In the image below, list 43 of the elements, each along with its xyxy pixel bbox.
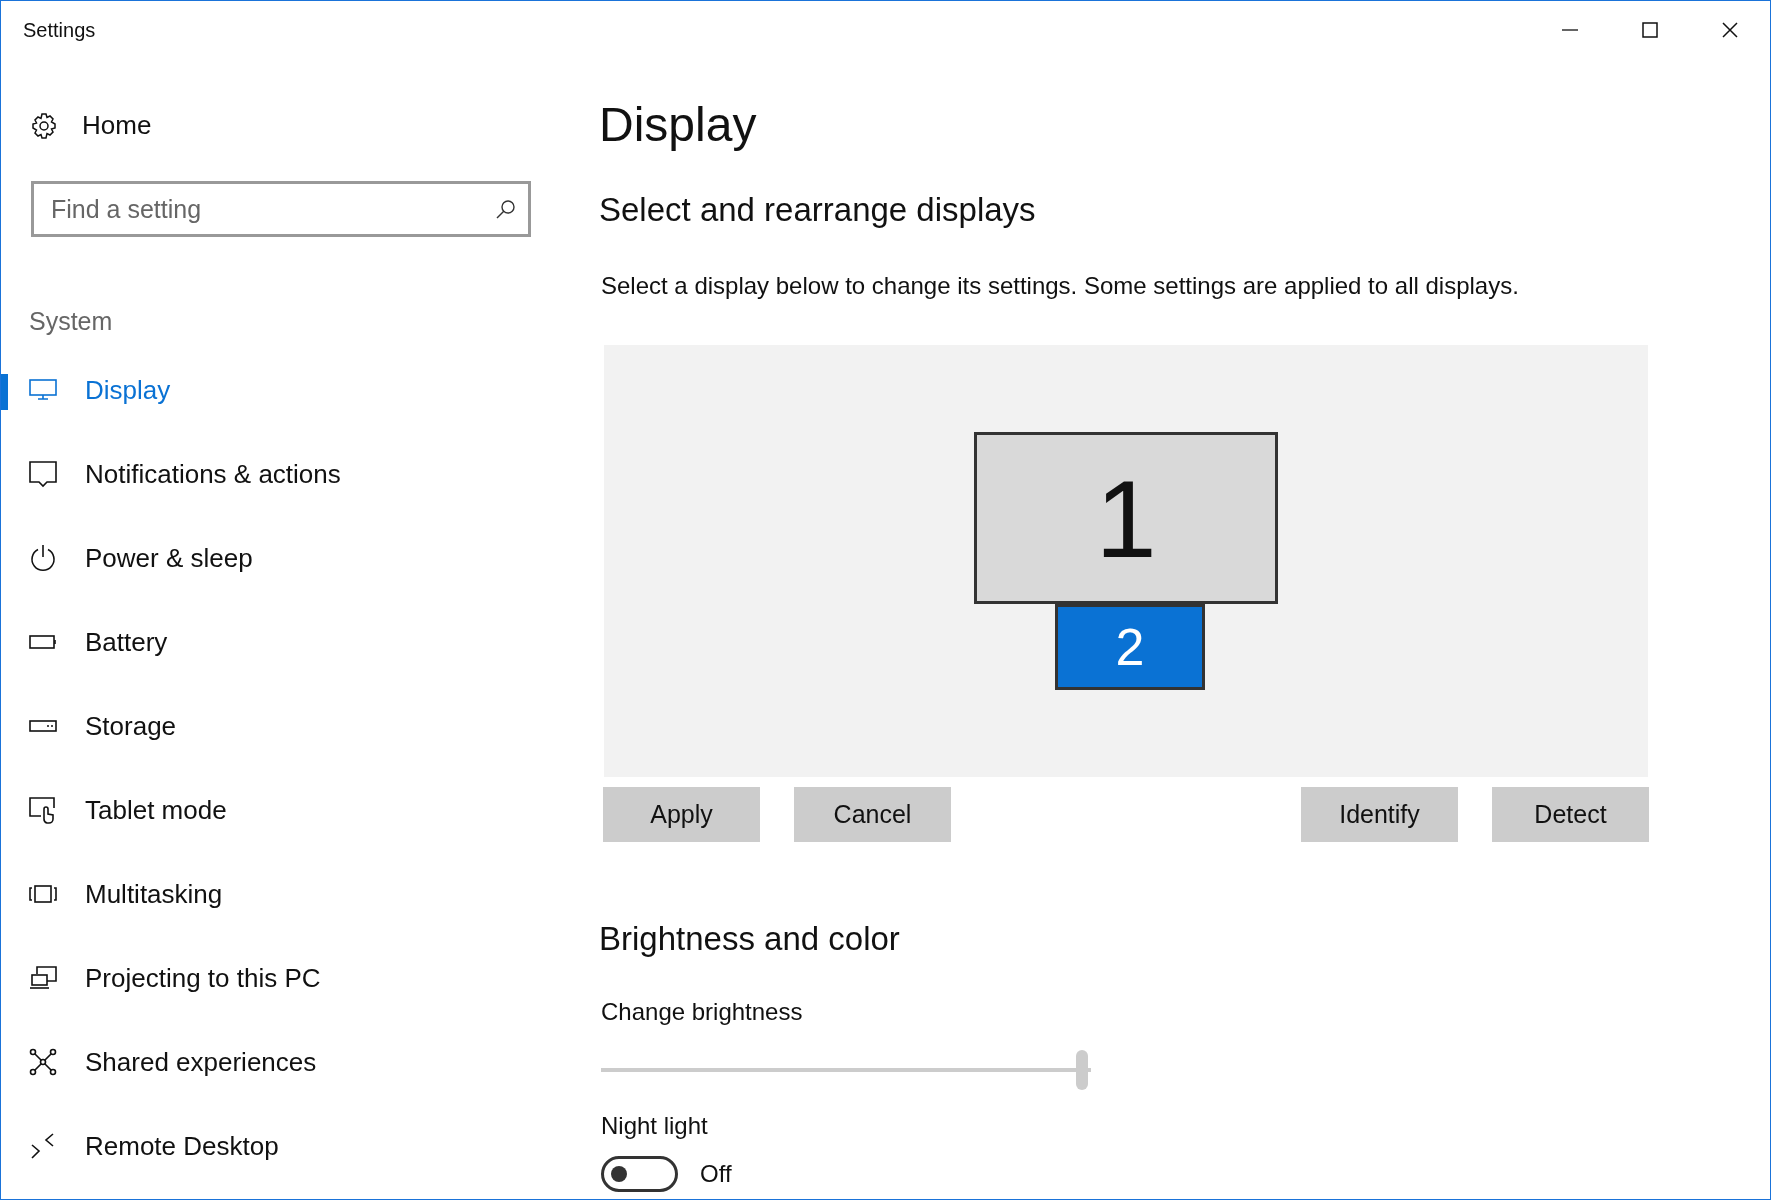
section-heading: Brightness and color: [599, 920, 901, 958]
action-button[interactable]: Detect: [1492, 787, 1649, 842]
sidebar-item[interactable]: Power & sleep: [1, 516, 599, 600]
monitor-icon: [29, 378, 57, 402]
action-button[interactable]: Identify: [1301, 787, 1458, 842]
gear-icon: [30, 111, 58, 140]
battery-icon: [29, 635, 57, 649]
slider-thumb[interactable]: [1076, 1050, 1088, 1090]
sidebar-item[interactable]: Notifications & actions: [1, 432, 599, 516]
toggle-switch[interactable]: [601, 1156, 678, 1192]
display-tile[interactable]: 1: [974, 432, 1278, 604]
section-heading: Select and rearrange displays: [599, 191, 1037, 229]
toggle-state-text: Off: [700, 1160, 732, 1188]
description-text: Select a display below to change its settings. Some settings are applied to all displays.: [601, 272, 1520, 300]
display-tile[interactable]: 2: [1055, 604, 1205, 690]
drive-icon: [29, 720, 57, 732]
sidebar-item[interactable]: Storage: [1, 684, 599, 768]
action-button[interactable]: Cancel: [794, 787, 951, 842]
slider-label: Change brightness: [601, 998, 803, 1026]
home-link[interactable]: Home: [30, 110, 152, 141]
sidebar-item[interactable]: Remote Desktop: [1, 1104, 599, 1188]
setting-label: Night light: [601, 1112, 708, 1140]
page-title: Display: [599, 97, 758, 152]
tablet-touch-icon: [29, 796, 57, 824]
sidebar-item[interactable]: Shared experiences: [1, 1020, 599, 1104]
maximize-icon: [1642, 22, 1658, 38]
multitasking-icon: [29, 884, 57, 904]
projecting-screens-icon: [29, 966, 57, 990]
minimize-icon: [1562, 29, 1578, 31]
speech-bubble-icon: [29, 460, 57, 488]
window-title: Settings: [23, 18, 96, 42]
shared-nodes-icon: [29, 1048, 57, 1076]
search-field[interactable]: Find a setting: [31, 181, 531, 237]
search-icon: [495, 198, 517, 220]
section-heading: System: [29, 307, 113, 336]
sidebar-item[interactable]: Display: [1, 348, 599, 432]
sidebar-item[interactable]: Battery: [1, 600, 599, 684]
close-icon: [1722, 22, 1738, 38]
sidebar-item[interactable]: Tablet mode: [1, 768, 599, 852]
power-icon: [29, 544, 57, 572]
sidebar-item[interactable]: Multitasking: [1, 852, 599, 936]
action-button[interactable]: Apply: [603, 787, 760, 842]
sidebar-item[interactable]: Projecting to this PC: [1, 936, 599, 1020]
